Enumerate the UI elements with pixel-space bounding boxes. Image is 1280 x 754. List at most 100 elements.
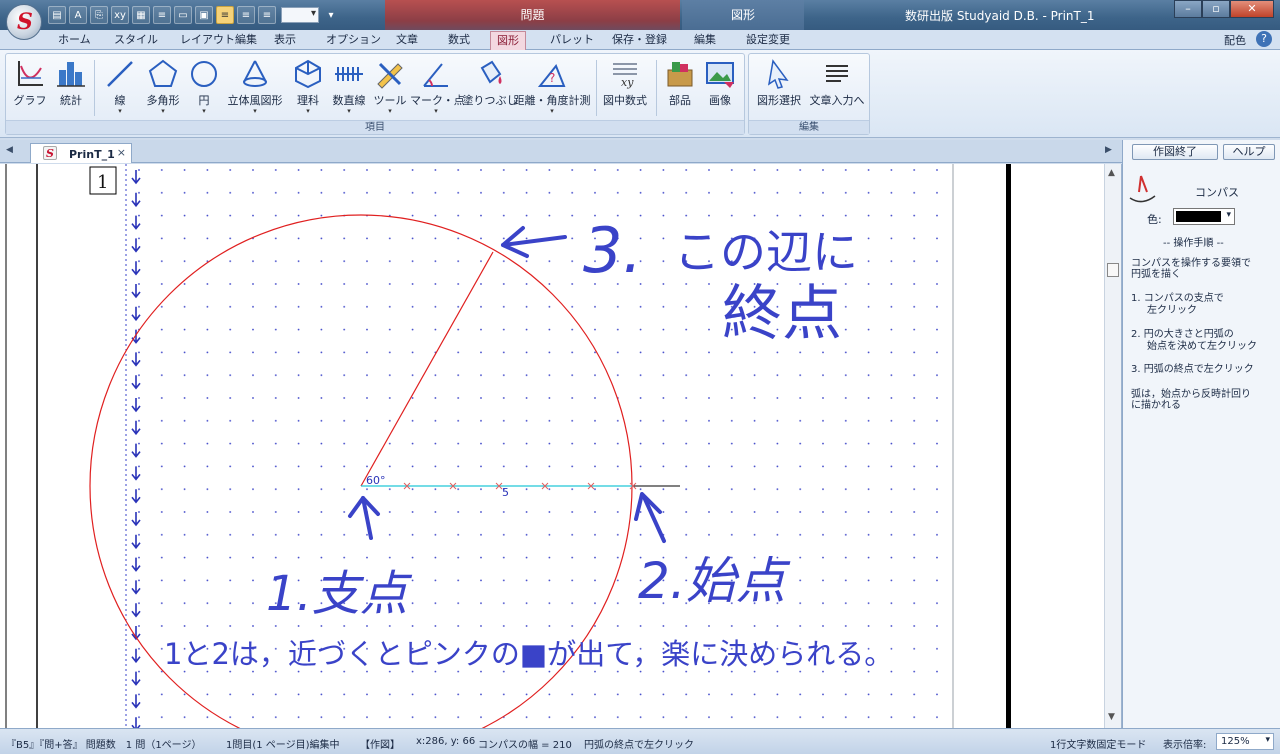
align-center-icon[interactable]: ≡: [237, 6, 255, 24]
svg-text:xy: xy: [621, 76, 634, 89]
parts-button[interactable]: 部品: [662, 58, 698, 118]
font-size-combo[interactable]: [281, 7, 319, 23]
tab-settings[interactable]: 設定変更: [740, 31, 796, 50]
formula-xy-icon[interactable]: xy: [111, 6, 129, 24]
note-1: 弧は，始点から反時計回り: [1131, 389, 1251, 400]
customize-qat-icon[interactable]: ▾: [322, 6, 340, 24]
science-button[interactable]: 理科 ▾: [290, 58, 326, 118]
window-close-icon[interactable]: ▣: [195, 6, 213, 24]
table-icon[interactable]: ▦: [132, 6, 150, 24]
document-canvas[interactable]: 1 60° 5 3. この辺に 終点 1.支点 2.始点 1と2は，近づくとピン…: [0, 164, 1122, 728]
finish-drawing-button[interactable]: 作図終了: [1132, 144, 1218, 160]
tab-text[interactable]: 文章: [390, 31, 424, 50]
document-tab[interactable]: S PrinT_1 ×: [30, 143, 132, 163]
help-icon[interactable]: ?: [1256, 31, 1272, 47]
window-controls: – ▫ ✕: [1174, 0, 1274, 18]
quick-access-toolbar: ▤ A ⎘ xy ▦ ≡ ▭ ▣ ≡ ≡ ≡ ▾: [48, 6, 340, 24]
scroll-up-icon[interactable]: ▲: [1108, 168, 1115, 178]
tab-save-register[interactable]: 保存・登録: [606, 31, 673, 50]
tab-scroll-right-icon[interactable]: ▶: [1105, 145, 1112, 155]
tab-view[interactable]: 表示: [268, 31, 302, 50]
length-label: 5: [502, 486, 509, 499]
select-arrow-icon: [767, 59, 789, 89]
tab-edit[interactable]: 編集: [688, 31, 722, 50]
font-color-icon[interactable]: A: [69, 6, 87, 24]
color-picker[interactable]: ▾: [1173, 208, 1235, 225]
shape-select-button[interactable]: 図形選択: [753, 58, 805, 118]
ribbon-tab-row: ホーム スタイル レイアウト編集 表示 オプション 文章 数式 図形 パレット …: [0, 30, 1280, 50]
annotation-2: 2.始点: [638, 552, 791, 610]
cone-icon: [243, 60, 267, 87]
color-swatch: [1176, 211, 1221, 222]
studyaid-doc-icon: S: [43, 146, 57, 160]
compass-tool-pane: 作図終了 ヘルプ コンパス 色: ▾ -- 操作手順 -- コンパスを操作する要…: [1122, 140, 1280, 728]
solid-shape-button[interactable]: 立体風図形 ▾: [224, 58, 286, 118]
page-right-border: [1006, 164, 1011, 728]
line-icon: [107, 61, 133, 87]
scroll-thumb[interactable]: [1107, 263, 1119, 277]
align-right-icon[interactable]: ≡: [258, 6, 276, 24]
copy-icon[interactable]: ⎘: [90, 6, 108, 24]
ribbon-separator: [94, 60, 95, 116]
ribbon-group-edit: 図形選択 文章入力へ 編集: [748, 53, 870, 135]
print-preview-icon[interactable]: ▤: [48, 6, 66, 24]
context-tab-zukei[interactable]: 図形: [682, 0, 804, 30]
maximize-icon[interactable]: ▫: [1202, 0, 1230, 18]
graph-icon: [18, 61, 43, 86]
document-tab-label: PrinT_1: [69, 148, 115, 161]
color-scheme-menu[interactable]: 配色: [1224, 32, 1246, 48]
polygon-button[interactable]: 多角形 ▾: [140, 58, 186, 118]
tool-button[interactable]: ツール ▾: [372, 58, 408, 118]
text-input-button[interactable]: 文章入力へ: [807, 58, 867, 118]
numberline-button[interactable]: 数直線 ▾: [328, 58, 370, 118]
ribbon-group-items: グラフ 統計 線 ▾ 多角形 ▾ 円 ▾ 立体風図形 ▾ 理科 ▾ 数直線 ▾ …: [5, 53, 745, 135]
tab-layout[interactable]: レイアウト編集: [174, 31, 263, 50]
context-tab-mondai[interactable]: 問題: [385, 0, 680, 30]
graph-button[interactable]: グラフ: [12, 58, 48, 118]
annotation-1: 1.支点: [266, 566, 413, 622]
align-left-icon[interactable]: ≡: [216, 6, 234, 24]
formula-icon: xy: [613, 63, 637, 89]
tab-style[interactable]: スタイル: [108, 31, 164, 50]
image-button[interactable]: 画像: [702, 58, 738, 118]
tab-home[interactable]: ホーム: [52, 31, 97, 50]
tab-figure[interactable]: 図形: [490, 31, 526, 50]
mark-point-button[interactable]: マーク・点 ▾: [410, 58, 465, 118]
close-tab-icon[interactable]: ×: [117, 146, 126, 159]
status-mode: 【作図】: [360, 740, 400, 751]
annotation-3-line2: 終点: [722, 279, 842, 349]
tab-scroll-left-icon[interactable]: ◀: [6, 145, 13, 155]
minimize-icon[interactable]: –: [1174, 0, 1202, 18]
annotation-3-number: 3.: [583, 214, 642, 287]
line-button[interactable]: 線 ▾: [102, 58, 138, 118]
ruler-pencil-icon: [377, 62, 403, 89]
compass-icon: [1129, 175, 1156, 203]
step-1a: 1. コンパスの支点で: [1131, 293, 1224, 304]
vertical-scrollbar[interactable]: ▲ ▼: [1104, 164, 1121, 728]
number-line-icon: [335, 67, 363, 81]
window-icon[interactable]: ▭: [174, 6, 192, 24]
circle-button[interactable]: 円 ▾: [186, 58, 222, 118]
tab-palette[interactable]: パレット: [544, 31, 600, 50]
group-label-items: 項目: [6, 120, 744, 134]
drawing-area[interactable]: 1 60° 5 3. この辺に 終点 1.支点 2.始点 1と2は，近づくとピン…: [0, 164, 1104, 728]
zoom-value: 125%: [1221, 736, 1250, 747]
note-2: に描かれる: [1131, 400, 1181, 411]
list-icon[interactable]: ≡: [153, 6, 171, 24]
scroll-down-icon[interactable]: ▼: [1108, 712, 1115, 722]
distance-angle-button[interactable]: ? 距離・角度計測 ▾: [512, 58, 592, 118]
close-icon[interactable]: ✕: [1230, 0, 1274, 18]
zoom-select[interactable]: 125% ▾: [1216, 733, 1274, 750]
status-hint: 円弧の終点で左クリック: [584, 740, 694, 751]
stats-button[interactable]: 統計: [54, 58, 88, 118]
help-button[interactable]: ヘルプ: [1223, 144, 1275, 160]
figure-formula-button[interactable]: xy 図中数式: [600, 58, 650, 118]
picture-icon: [706, 62, 734, 88]
fill-button[interactable]: 塗りつぶし: [462, 58, 518, 118]
tab-formula[interactable]: 数式: [442, 31, 476, 50]
app-logo-button[interactable]: S: [6, 4, 42, 40]
step-2a: 2. 円の大きさと円弧の: [1131, 329, 1234, 340]
angle-mark-icon: [423, 63, 448, 87]
status-coords: x:286, y: 66: [416, 736, 476, 747]
tab-options[interactable]: オプション: [320, 31, 387, 50]
